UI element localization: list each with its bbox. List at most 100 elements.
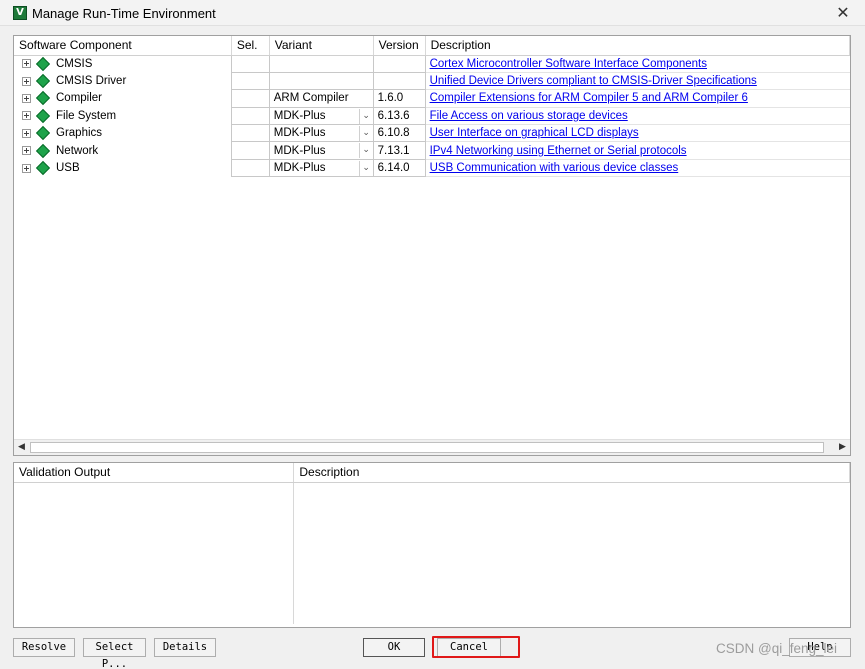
component-name: Network (56, 144, 99, 157)
description-cell: IPv4 Networking using Ethernet or Serial… (425, 141, 850, 160)
component-row[interactable]: Network MDK-Plus ⌄ 7.13.1 IPv4 Networking us… (14, 141, 850, 160)
description-cell: Compiler Extensions for ARM Compiler 5 a… (425, 89, 850, 108)
description-cell: Unified Device Drivers compliant to CMSI… (425, 72, 850, 91)
variant-value: MDK-Plus (273, 144, 326, 157)
col-sel[interactable]: Sel. (231, 36, 270, 56)
green-diamond-icon (35, 160, 51, 176)
watermark: CSDN @qi_feng_lei (716, 641, 838, 656)
sel-cell[interactable] (230, 124, 270, 143)
sel-cell[interactable] (230, 54, 270, 73)
expand-plus-icon[interactable] (22, 128, 31, 138)
validation-empty-area (14, 482, 850, 624)
component-cell[interactable]: CMSIS Driver (14, 72, 231, 89)
component-row[interactable]: CMSIS Cortex Microcontroller Software Int… (14, 54, 850, 73)
green-diamond-icon (35, 143, 51, 158)
description-link[interactable]: Compiler Extensions for ARM Compiler 5 a… (430, 92, 748, 104)
chevron-down-icon[interactable]: ⌄ (358, 108, 373, 124)
component-name: USB (56, 162, 80, 175)
version-value: 6.14.0 (377, 162, 410, 175)
details-button[interactable]: Details (154, 638, 216, 657)
description-link[interactable]: User Interface on graphical LCD displays (430, 127, 639, 139)
expand-plus-icon[interactable] (22, 59, 31, 69)
version-cell: 6.14.0 (372, 158, 426, 178)
component-row[interactable]: File System MDK-Plus ⌄ 6.13.6 File Access on… (14, 106, 850, 126)
validation-panel: Validation Output Description (13, 462, 851, 628)
description-link[interactable]: Cortex Microcontroller Software Interfac… (430, 58, 707, 70)
component-cell[interactable]: Graphics (14, 125, 231, 142)
description-cell: Cortex Microcontroller Software Interfac… (425, 55, 850, 73)
sel-cell[interactable] (230, 158, 270, 178)
version-value: 1.6.0 (377, 92, 404, 105)
component-name: File System (56, 109, 117, 122)
version-value: 6.13.6 (377, 109, 410, 122)
variant-value: MDK-Plus (273, 127, 326, 140)
variant-cell: ARM Compiler (268, 89, 374, 108)
description-link[interactable]: IPv4 Networking using Ethernet or Serial… (430, 145, 687, 157)
description-cell: User Interface on graphical LCD displays (425, 124, 850, 143)
component-row[interactable]: CMSIS Driver Unified Device Drivers compl… (14, 71, 850, 91)
expand-plus-icon[interactable] (22, 146, 31, 156)
resolve-button[interactable]: Resolve (13, 638, 75, 657)
chevron-down-icon[interactable]: ⌄ (358, 126, 373, 141)
col-version[interactable]: Version (373, 36, 426, 56)
version-value: 6.10.8 (377, 127, 410, 140)
variant-cell[interactable]: MDK-Plus ⌄ (268, 158, 374, 178)
close-button[interactable]: ✕ (829, 2, 857, 24)
version-cell (372, 54, 426, 73)
component-cell[interactable]: USB (14, 159, 231, 176)
component-row[interactable]: Graphics MDK-Plus ⌄ 6.10.8 User Interface on… (14, 124, 850, 143)
col-validation-description[interactable]: Description (293, 463, 850, 483)
expand-plus-icon[interactable] (22, 76, 31, 86)
variant-cell[interactable]: MDK-Plus ⌄ (268, 141, 374, 160)
description-link[interactable]: File Access on various storage devices (430, 110, 628, 122)
description-link[interactable]: Unified Device Drivers compliant to CMSI… (430, 75, 757, 87)
component-cell[interactable]: CMSIS (14, 55, 231, 72)
variant-value: ARM Compiler (273, 92, 349, 105)
expand-plus-icon[interactable] (22, 93, 31, 103)
description-link[interactable]: USB Communication with various device cl… (430, 162, 679, 174)
scroll-right-icon[interactable]: ▶ (835, 440, 850, 455)
component-name: CMSIS (56, 57, 93, 70)
version-cell (372, 71, 426, 91)
ok-button[interactable]: OK (363, 638, 425, 657)
variant-cell[interactable]: MDK-Plus ⌄ (268, 124, 374, 143)
green-diamond-icon (35, 108, 51, 123)
chevron-down-icon[interactable]: ⌄ (358, 143, 373, 159)
horizontal-scrollbar[interactable]: ◀ ▶ (14, 439, 850, 455)
sel-cell[interactable] (230, 89, 270, 108)
expand-plus-icon[interactable] (22, 163, 31, 173)
component-cell[interactable]: Network (14, 142, 231, 159)
col-description[interactable]: Description (425, 36, 850, 56)
col-variant[interactable]: Variant (269, 36, 374, 56)
col-software-component[interactable]: Software Component (14, 36, 232, 56)
description-cell: USB Communication with various device cl… (425, 159, 850, 178)
sel-cell[interactable] (230, 106, 270, 126)
component-row[interactable]: USB MDK-Plus ⌄ 6.14.0 USB Communication with… (14, 158, 850, 178)
select-packs-button[interactable]: Select P... (83, 638, 146, 669)
component-name: Compiler (56, 92, 103, 105)
variant-cell[interactable]: MDK-Plus ⌄ (268, 106, 374, 126)
sel-cell[interactable] (230, 71, 270, 91)
sel-cell[interactable] (230, 141, 270, 160)
component-cell[interactable]: Compiler (14, 90, 231, 107)
components-table: Software Component Sel. Variant Version … (14, 36, 850, 178)
cancel-highlight-box (432, 636, 520, 658)
components-body: CMSIS Cortex Microcontroller Software Int… (14, 54, 850, 178)
window-title: Manage Run-Time Environment (32, 6, 216, 21)
component-name: CMSIS Driver (56, 75, 127, 88)
green-diamond-icon (35, 126, 51, 141)
validation-description-cell (294, 482, 850, 624)
chevron-down-icon[interactable]: ⌄ (358, 160, 373, 176)
variant-value: MDK-Plus (273, 109, 326, 122)
scroll-left-icon[interactable]: ◀ (14, 440, 29, 455)
expand-plus-icon[interactable] (22, 111, 31, 121)
component-cell[interactable]: File System (14, 107, 231, 124)
version-cell: 7.13.1 (372, 141, 426, 160)
col-validation-output[interactable]: Validation Output (14, 463, 295, 483)
variant-cell (268, 71, 374, 91)
green-diamond-icon (35, 74, 51, 89)
validation-table: Validation Output Description (14, 463, 850, 624)
app-icon: V (13, 6, 27, 20)
component-row[interactable]: Compiler ARM Compiler 1.6.0 Compiler Extens… (14, 89, 850, 108)
scroll-thumb[interactable] (30, 442, 824, 453)
